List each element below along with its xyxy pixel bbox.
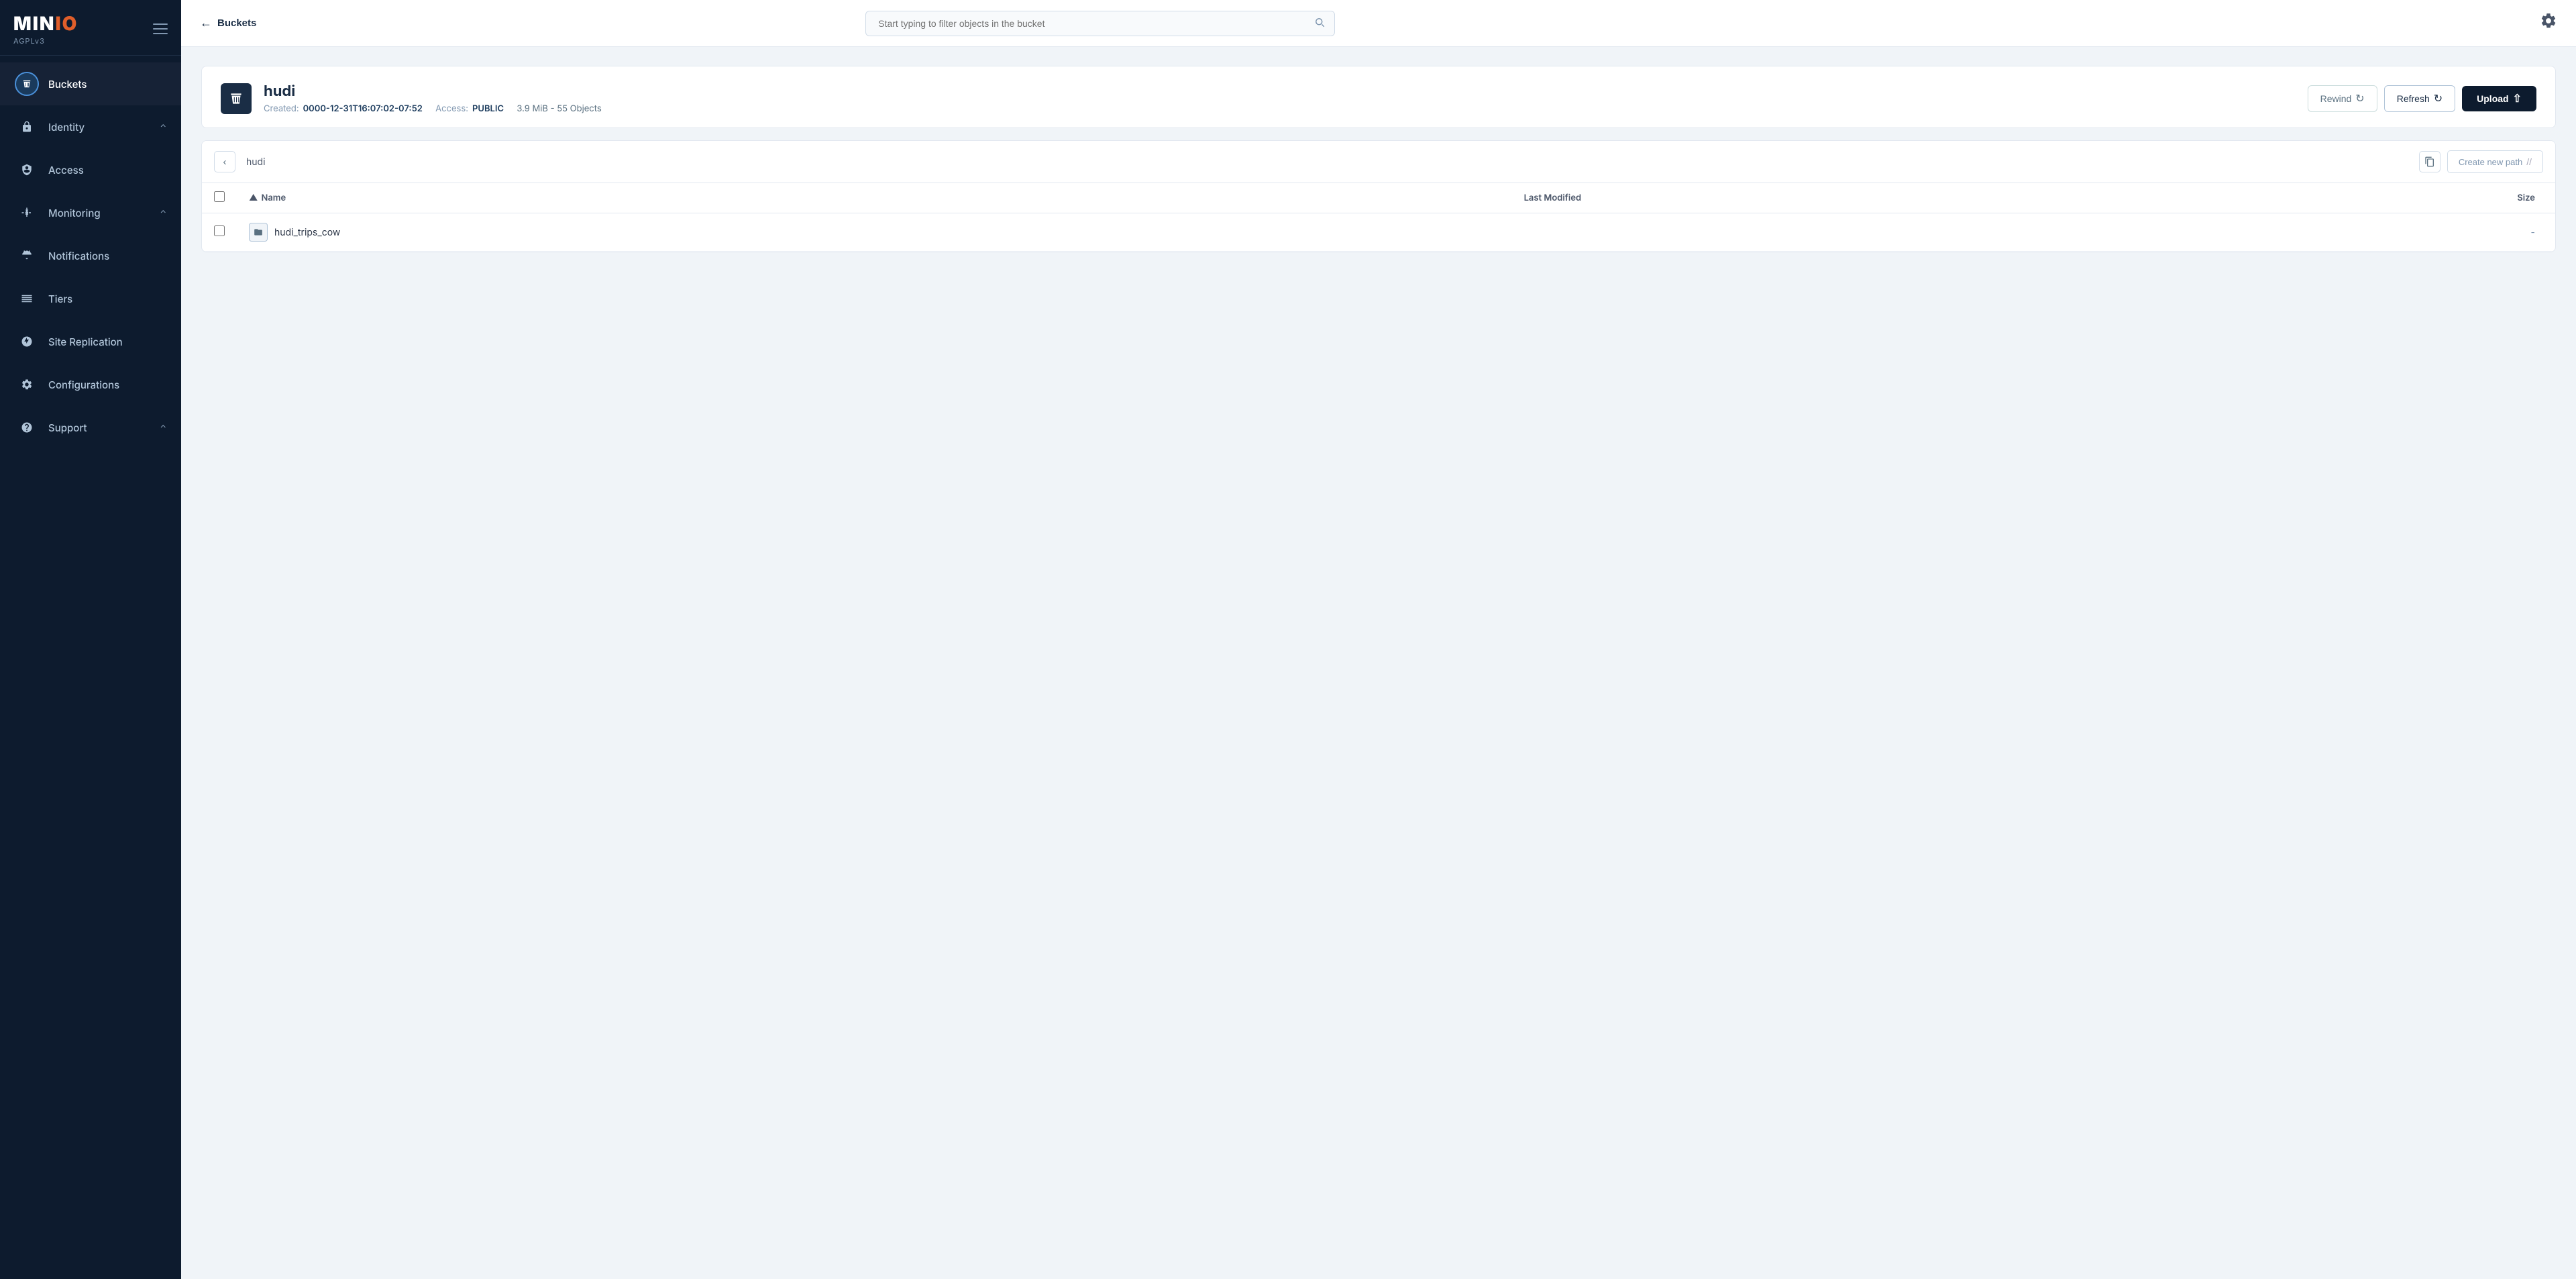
name-column-header[interactable]: ▲ Name: [237, 183, 1512, 213]
sidebar-item-support-label: Support: [48, 421, 151, 434]
refresh-label: Refresh: [2397, 93, 2430, 104]
bucket-meta: Created: 0000-12-31T16:07:02-07:52 Acces…: [264, 103, 2296, 114]
meta-separator-2: [508, 103, 513, 114]
upload-icon: ⇧: [2513, 92, 2522, 105]
sidebar-item-identity[interactable]: Identity ⌃: [0, 105, 181, 148]
create-path-icon: //: [2526, 156, 2532, 167]
identity-chevron-icon: ⌃: [160, 122, 166, 132]
sidebar-item-buckets[interactable]: Buckets: [0, 62, 181, 105]
refresh-button[interactable]: Refresh ↻: [2384, 85, 2455, 112]
path-bar: ‹ hudi Create new path //: [202, 141, 2555, 183]
file-browser-card: ‹ hudi Create new path //: [201, 140, 2556, 252]
sidebar-item-site-replication[interactable]: Site Replication: [0, 320, 181, 363]
modified-header-label: Last Modified: [1524, 193, 1582, 203]
sidebar-item-access[interactable]: Access: [0, 148, 181, 191]
logo-sub: AGPLv3: [13, 36, 78, 46]
row-name-cell: hudi_trips_cow: [237, 213, 1512, 252]
file-table-body: hudi_trips_cow -: [202, 213, 2555, 252]
search-icon: [1313, 16, 1326, 31]
table-header-row: ▲ Name Last Modified Size: [202, 183, 2555, 213]
created-value: 0000-12-31T16:07:02-07:52: [303, 103, 423, 114]
sidebar-item-configurations-label: Configurations: [48, 378, 166, 391]
upload-button[interactable]: Upload ⇧: [2462, 86, 2536, 111]
row-checkbox-cell: [202, 213, 237, 252]
tiers-icon: [15, 287, 39, 311]
rewind-label: Rewind: [2320, 93, 2352, 104]
hamburger-menu-icon[interactable]: [153, 23, 168, 34]
size-header-label: Size: [2517, 193, 2535, 203]
upload-label: Upload: [2477, 93, 2508, 104]
bucket-name: hudi: [264, 83, 2296, 100]
table-row[interactable]: hudi_trips_cow -: [202, 213, 2555, 252]
page-content: hudi Created: 0000-12-31T16:07:02-07:52 …: [181, 47, 2576, 1279]
row-size-cell-0: -: [2092, 213, 2555, 252]
sidebar-item-tiers[interactable]: Tiers: [0, 277, 181, 320]
create-path-label: Create new path: [2459, 157, 2522, 167]
back-label: Buckets: [217, 17, 256, 29]
row-modified-cell-0: [1512, 213, 2092, 252]
sidebar-item-monitoring-label: Monitoring: [48, 207, 151, 219]
size-column-header[interactable]: Size: [2092, 183, 2555, 213]
name-header-label: Name: [261, 193, 286, 203]
back-arrow-icon: ←: [200, 16, 212, 30]
bucket-header-card: hudi Created: 0000-12-31T16:07:02-07:52 …: [201, 66, 2556, 128]
sidebar-item-tiers-label: Tiers: [48, 293, 166, 305]
modified-column-header[interactable]: Last Modified: [1512, 183, 2092, 213]
file-table: ▲ Name Last Modified Size: [202, 183, 2555, 252]
path-back-button[interactable]: ‹: [214, 151, 235, 172]
rewind-icon: ↻: [2355, 92, 2364, 105]
row-checkbox-0[interactable]: [214, 225, 225, 236]
rewind-button[interactable]: Rewind ↻: [2308, 85, 2377, 112]
select-all-checkbox[interactable]: [214, 191, 225, 202]
support-icon: [15, 415, 39, 440]
topbar: ← Buckets: [181, 0, 2576, 47]
sidebar-item-support[interactable]: Support ⌃: [0, 406, 181, 449]
sidebar-item-identity-label: Identity: [48, 121, 151, 134]
notifications-icon: [15, 244, 39, 268]
sidebar-item-notifications-label: Notifications: [48, 250, 166, 262]
logo-area: MINIO AGPLv3: [13, 12, 78, 46]
name-sort-icon: ▲: [249, 193, 258, 203]
main-content: ← Buckets hudi Created: 0000-12-31T16:07…: [181, 0, 2576, 1279]
sidebar-item-notifications[interactable]: Notifications: [0, 234, 181, 277]
create-new-path-button[interactable]: Create new path //: [2447, 150, 2543, 173]
access-label: Access:: [435, 103, 468, 114]
logo-text: MINIO: [13, 12, 78, 35]
file-name-0: hudi_trips_cow: [274, 227, 340, 238]
sidebar-item-monitoring[interactable]: Monitoring ⌃: [0, 191, 181, 234]
bucket-stats: 3.9 MiB - 55 Objects: [517, 103, 601, 114]
copy-path-button[interactable]: [2419, 151, 2440, 172]
configurations-icon: [15, 372, 39, 397]
sidebar-item-access-label: Access: [48, 164, 166, 176]
bucket-icon: [15, 72, 39, 96]
search-input[interactable]: [865, 11, 1335, 36]
settings-button[interactable]: [2540, 12, 2557, 34]
sidebar-item-configurations[interactable]: Configurations: [0, 363, 181, 406]
back-to-buckets-button[interactable]: ← Buckets: [200, 16, 256, 30]
created-label: Created:: [264, 103, 299, 114]
select-all-header: [202, 183, 237, 213]
sidebar: MINIO AGPLv3 Buckets Identity ⌃: [0, 0, 181, 1279]
search-bar: [865, 11, 1335, 36]
site-replication-icon: [15, 329, 39, 354]
bucket-actions: Rewind ↻ Refresh ↻ Upload ⇧: [2308, 85, 2536, 112]
support-chevron-icon: ⌃: [160, 423, 166, 433]
access-icon: [15, 158, 39, 182]
folder-icon-0: [249, 223, 268, 242]
monitoring-chevron-icon: ⌃: [160, 208, 166, 218]
sidebar-item-site-replication-label: Site Replication: [48, 336, 166, 348]
access-value: PUBLIC: [472, 103, 504, 114]
monitoring-icon: [15, 201, 39, 225]
sidebar-nav: Buckets Identity ⌃ Access Monitoring ⌃: [0, 56, 181, 1279]
identity-icon: [15, 115, 39, 139]
refresh-icon: ↻: [2434, 92, 2443, 105]
sidebar-header: MINIO AGPLv3: [0, 0, 181, 56]
meta-separator: [427, 103, 431, 114]
sidebar-item-buckets-label: Buckets: [48, 78, 166, 91]
bucket-icon-large: [221, 83, 252, 114]
path-text: hudi: [242, 156, 2412, 168]
bucket-info: hudi Created: 0000-12-31T16:07:02-07:52 …: [264, 83, 2296, 114]
